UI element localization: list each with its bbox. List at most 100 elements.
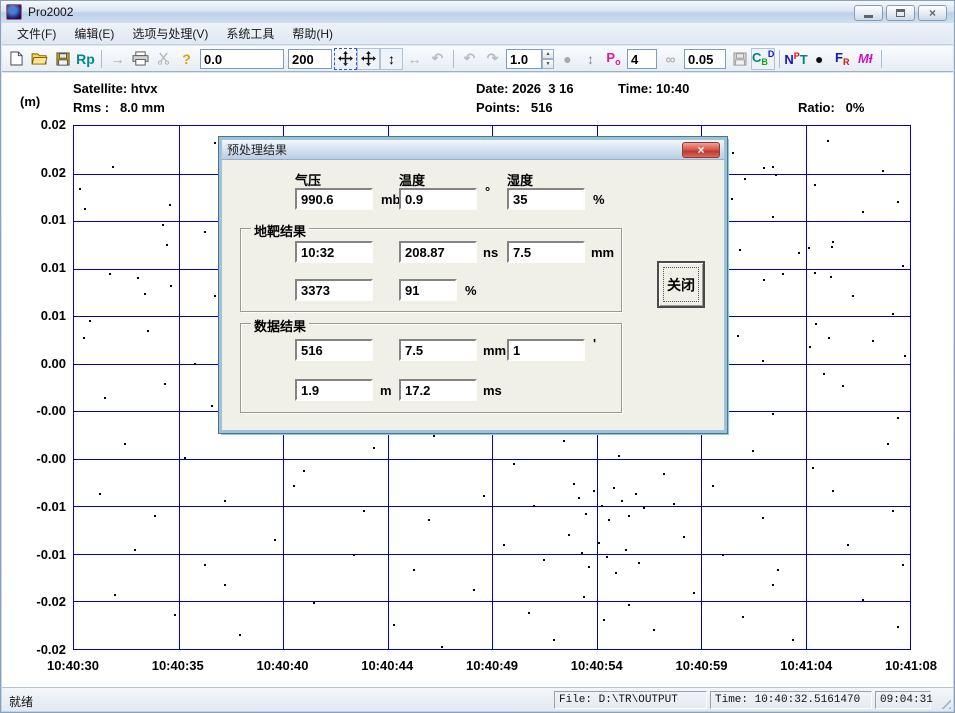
data-point [214, 142, 216, 144]
data-point [99, 493, 101, 495]
cut-icon [152, 48, 175, 70]
dialog-title: 预处理结果 [227, 141, 287, 158]
data-point [606, 556, 608, 558]
data-rms-unit: mm [483, 343, 506, 358]
y-tick-label: -0.01 [14, 547, 66, 562]
data-point [653, 629, 655, 631]
rotate-left-icon: ↶ [458, 48, 481, 70]
data-rms-field[interactable]: 7.5 [399, 339, 477, 361]
range-start-field[interactable]: 0.0 [200, 49, 284, 69]
data-point [673, 503, 675, 505]
data-point [777, 569, 779, 571]
data-point [897, 417, 899, 419]
data-point [114, 594, 116, 596]
temperature-field[interactable]: 0.9 [399, 188, 477, 210]
satellite-label: Satellite: htvx [73, 81, 158, 96]
threshold-field[interactable]: 0.05 [684, 49, 726, 69]
x-tick-label: 10:40:49 [452, 658, 532, 673]
data-arc-field[interactable]: 1 [507, 339, 585, 361]
data-point [363, 510, 365, 512]
restore-button[interactable] [886, 5, 915, 21]
data-point [812, 467, 814, 469]
data-range-field[interactable]: 1.9 [295, 379, 373, 401]
data-point [603, 619, 605, 621]
data-point [169, 204, 171, 206]
menu-item[interactable]: 系统工具 [217, 22, 283, 45]
data-point [742, 616, 744, 618]
print-icon[interactable] [129, 48, 152, 70]
data-point [727, 400, 729, 402]
data-point [89, 320, 91, 322]
data-point [842, 385, 844, 387]
menu-item[interactable]: 编辑(E) [65, 22, 123, 45]
target-delay-field[interactable]: 208.87 [399, 241, 477, 263]
data-points-field[interactable]: 516 [295, 339, 373, 361]
po-field[interactable]: 4 [627, 49, 657, 69]
target-time-field[interactable]: 10:32 [295, 241, 373, 263]
target-count-field[interactable]: 3373 [295, 279, 373, 301]
toolbar-separator [101, 50, 102, 68]
menu-item[interactable]: 文件(F) [8, 22, 65, 45]
humidity-label: 湿度 [507, 170, 533, 189]
data-point [772, 166, 774, 168]
new-icon[interactable] [5, 48, 28, 70]
data-point [473, 589, 475, 591]
x-tick-label: 10:41:08 [871, 658, 951, 673]
data-point [303, 470, 305, 472]
toolbar-separator [881, 50, 882, 68]
help-icon[interactable]: ? [175, 48, 198, 70]
dialog-close-action-button[interactable]: 关闭 [657, 261, 705, 308]
data-point [862, 599, 864, 601]
data-point [124, 443, 126, 445]
pressure-field[interactable]: 990.6 [295, 188, 373, 210]
spinner-buttons[interactable]: ▲▼ [542, 49, 554, 69]
dialog-close-button[interactable]: × [682, 142, 720, 158]
minimize-button[interactable] [854, 5, 883, 21]
data-point [635, 493, 637, 495]
data-point [353, 554, 355, 556]
range-end-field[interactable]: 200 [288, 49, 332, 69]
target-result-group-title: 地靶结果 [251, 221, 309, 240]
data-point [831, 246, 833, 248]
pan-all-button[interactable] [334, 48, 357, 70]
cbd-button[interactable]: CBD [751, 48, 775, 70]
data-point [162, 224, 164, 226]
data-duration-field[interactable]: 17.2 [399, 379, 477, 401]
pan-button[interactable] [357, 48, 380, 70]
status-file: File: D:\TR\OUTPUT [554, 691, 707, 709]
data-point [872, 340, 874, 342]
y-tick-label: 0.01 [14, 212, 66, 227]
target-rms-field[interactable]: 7.5 [507, 241, 585, 263]
scale-field[interactable]: 1.0 [506, 49, 542, 69]
data-point [174, 614, 176, 616]
data-point [166, 244, 168, 246]
dot-icon[interactable]: ● [808, 48, 831, 70]
npt-button[interactable]: NPT [784, 48, 807, 70]
gridline-vertical [179, 126, 180, 649]
menu-item[interactable]: 选项与处理(V) [123, 22, 217, 45]
open-icon[interactable] [28, 48, 51, 70]
temperature-unit: ° [485, 184, 490, 199]
minimize-icon [864, 15, 873, 18]
vertical-zoom-button[interactable]: ↕ [380, 48, 403, 70]
resize-grip[interactable] [938, 696, 951, 709]
close-button[interactable]: × [918, 5, 947, 21]
humidity-field[interactable]: 35 [507, 188, 585, 210]
data-point [109, 273, 111, 275]
save-icon[interactable] [51, 48, 74, 70]
x-tick-label: 10:41:04 [766, 658, 846, 673]
fr-button[interactable]: FR [831, 48, 854, 70]
target-percent-field[interactable]: 91 [399, 279, 457, 301]
time-label: Time: 10:40 [618, 81, 689, 96]
rp-button[interactable]: Rp [74, 48, 97, 70]
status-ready-text: 就绪 [9, 693, 33, 710]
menu-item[interactable]: 帮助(H) [283, 22, 342, 45]
x-tick-label: 10:40:30 [33, 658, 113, 673]
data-point [204, 231, 206, 233]
data-point [828, 337, 830, 339]
pressure-unit: mb [381, 192, 401, 207]
mz-button[interactable]: MI [854, 48, 877, 70]
dialog-title-bar[interactable]: 预处理结果 × [222, 140, 724, 160]
target-delay-unit: ns [483, 245, 498, 260]
data-point [533, 505, 535, 507]
